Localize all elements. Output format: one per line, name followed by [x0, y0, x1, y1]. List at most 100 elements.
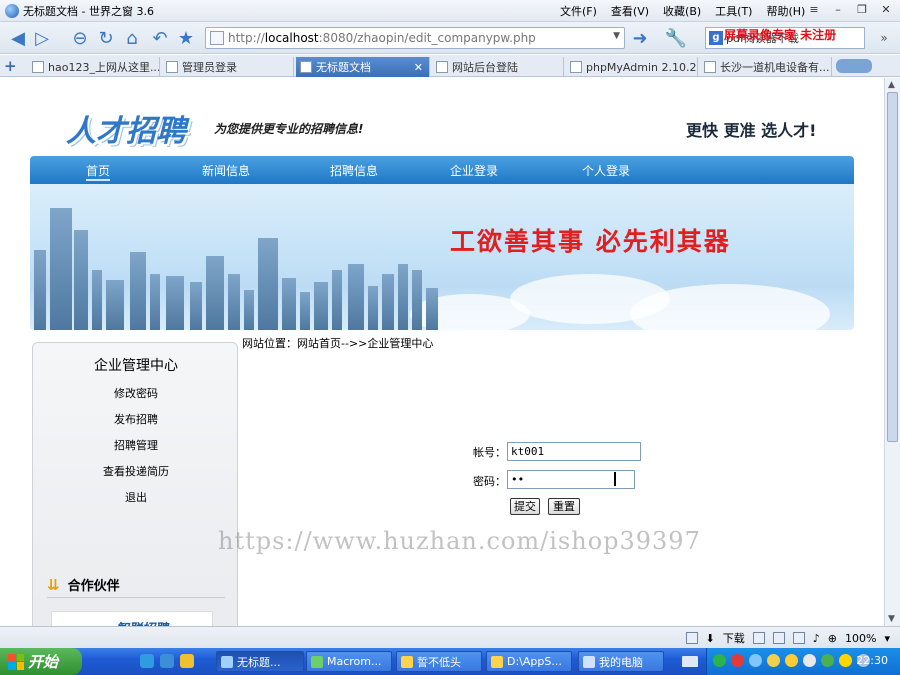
task-my-computer[interactable]: 我的电脑: [578, 651, 664, 672]
start-button[interactable]: 开始: [0, 648, 82, 675]
document-icon[interactable]: [752, 632, 765, 644]
web-page: 人才招聘 为您提供更专业的招聘信息! 更快 更准 选人才! 首页 新闻信息 招聘…: [0, 78, 884, 626]
vertical-scrollbar[interactable]: ▲ ▼: [884, 78, 900, 626]
task-untitled[interactable]: 无标题...: [216, 651, 304, 672]
tray-network-icon[interactable]: [713, 654, 726, 667]
page-favicon-icon: [436, 61, 448, 73]
tray-security-icon[interactable]: [731, 654, 744, 667]
nav-news[interactable]: 新闻信息: [202, 162, 250, 179]
site-logo[interactable]: 人才招聘: [66, 106, 186, 150]
quicklaunch-ie-icon[interactable]: [160, 654, 174, 668]
more-chevron-icon[interactable]: »: [872, 26, 896, 50]
tab-list-toggle[interactable]: [836, 59, 872, 73]
tray-antivirus-icon[interactable]: [821, 654, 834, 667]
tray-app-icon[interactable]: [749, 654, 762, 667]
password-label: 密码：: [473, 475, 506, 488]
sidebar-title: 企业管理中心: [94, 358, 178, 374]
menu-bar: 文件(F) 查看(V) 收藏(B) 工具(T) 帮助(H): [560, 3, 805, 19]
task-label: 无标题...: [237, 655, 281, 669]
quicklaunch-browser-icon[interactable]: [140, 654, 154, 668]
favorite-star-icon[interactable]: ★: [174, 26, 198, 50]
tab-changsha[interactable]: 长沙一道机电设备有...: [700, 57, 832, 77]
dreamweaver-task-icon: [311, 655, 323, 668]
tab-label: hao123_上网从这里...: [48, 61, 160, 74]
tab-label: phpMyAdmin 2.10.2...: [586, 60, 698, 74]
sidebar-item-post-job[interactable]: 发布招聘: [33, 411, 239, 427]
sidebar-item-logout[interactable]: 退出: [33, 489, 239, 505]
scroll-down-icon[interactable]: ▼: [888, 614, 895, 624]
toolbar-menu-icon[interactable]: ≡: [806, 2, 822, 18]
folder-task-icon: [401, 655, 413, 668]
nav-company-login[interactable]: 企业登录: [450, 162, 498, 179]
zoom-icon[interactable]: ⊕: [828, 632, 837, 645]
sidebar-item-view-resumes[interactable]: 查看投递简历: [33, 463, 239, 479]
recorder-watermark: 屏幕录像专家 未注册: [724, 28, 837, 42]
url-watermark: https://www.huzhan.com/ishop39397: [218, 527, 701, 555]
reset-button[interactable]: 重置: [548, 498, 580, 515]
sidebar-item-manage-jobs[interactable]: 招聘管理: [33, 437, 239, 453]
forward-icon[interactable]: ▷: [30, 26, 54, 50]
task-macromedia[interactable]: Macrom...: [306, 651, 392, 672]
tab-close-icon[interactable]: ✕: [414, 61, 423, 74]
tab-untitled-active[interactable]: 无标题文档 ✕: [296, 57, 430, 77]
address-bar[interactable]: http://localhost:8080/zhaopin/edit_compa…: [205, 27, 625, 49]
menu-view[interactable]: 查看(V): [611, 3, 649, 19]
tab-site-admin[interactable]: 网站后台登陆: [432, 57, 564, 77]
quicklaunch-media-icon[interactable]: [180, 654, 194, 668]
scroll-up-icon[interactable]: ▲: [888, 80, 895, 90]
stop-icon[interactable]: ⊖: [68, 26, 92, 50]
search-engine-icon[interactable]: g: [709, 31, 723, 45]
nav-home[interactable]: 首页: [86, 162, 111, 181]
keyboard-icon[interactable]: [682, 656, 698, 667]
window-controls: ≡ – ❐ ✕: [806, 2, 894, 18]
menu-favorites[interactable]: 收藏(B): [663, 3, 701, 19]
scroll-thumb[interactable]: [887, 92, 898, 442]
tab-label: 长沙一道机电设备有...: [720, 61, 830, 74]
go-icon[interactable]: ➜: [628, 26, 652, 50]
menu-help[interactable]: 帮助(H): [766, 3, 805, 19]
refresh-icon[interactable]: ↻: [94, 26, 118, 50]
menu-file[interactable]: 文件(F): [560, 3, 597, 19]
tray-sound-icon[interactable]: [803, 654, 816, 667]
back-icon[interactable]: ◀: [6, 26, 30, 50]
nav-jobs[interactable]: 招聘信息: [330, 162, 378, 179]
download-label[interactable]: 下载: [723, 630, 745, 646]
partner-logo[interactable]: 智联招聘: [51, 611, 213, 626]
page-favicon-icon: [166, 61, 178, 73]
home-icon[interactable]: ⌂: [120, 26, 144, 50]
tab-admin-login[interactable]: 管理员登录: [162, 57, 294, 77]
status-tools: ⬇ 下载 ♪ ⊕ 100% ▾: [685, 630, 890, 646]
tab-phpmyadmin[interactable]: phpMyAdmin 2.10.2...: [566, 57, 698, 77]
address-url[interactable]: http://localhost:8080/zhaopin/edit_compa…: [228, 31, 536, 45]
maximize-icon[interactable]: ❐: [854, 2, 870, 18]
tray-shield-icon[interactable]: [839, 654, 852, 667]
zoom-dropdown-icon[interactable]: ▾: [884, 632, 890, 645]
minimize-icon[interactable]: –: [830, 2, 846, 18]
tray-qq-icon[interactable]: [785, 654, 798, 667]
download-icon[interactable]: ⬇: [706, 632, 715, 645]
task-label: 我的电脑: [599, 655, 643, 669]
page-favicon-icon: [570, 61, 582, 73]
sound-icon[interactable]: ♪: [813, 632, 820, 645]
new-tab-icon[interactable]: +: [4, 57, 17, 75]
zoom-level[interactable]: 100%: [845, 632, 876, 645]
tab-label: 管理员登录: [182, 61, 237, 74]
menu-tools[interactable]: 工具(T): [715, 3, 752, 19]
submit-button[interactable]: 提交: [510, 498, 540, 515]
breadcrumb: 网站位置：网站首页-->>企业管理中心: [242, 337, 434, 350]
address-dropdown-icon[interactable]: ▼: [613, 31, 620, 41]
nav-personal-login[interactable]: 个人登录: [582, 162, 630, 179]
screen-icon[interactable]: [792, 632, 805, 644]
task-apps-folder[interactable]: D:\AppS...: [486, 651, 572, 672]
tray-chat-icon[interactable]: [767, 654, 780, 667]
account-field[interactable]: kt001: [507, 442, 641, 461]
window-icon[interactable]: [772, 632, 785, 644]
sidebar-item-change-password[interactable]: 修改密码: [33, 385, 239, 401]
partner-title: 合作伙伴: [67, 579, 120, 594]
task-music[interactable]: 誓不低头: [396, 651, 482, 672]
undo-close-icon[interactable]: ↶: [148, 26, 172, 50]
monitor-icon[interactable]: [685, 632, 698, 644]
tools-icon[interactable]: 🔧: [664, 26, 688, 50]
tab-hao123[interactable]: hao123_上网从这里...: [28, 57, 160, 77]
close-icon[interactable]: ✕: [878, 2, 894, 18]
